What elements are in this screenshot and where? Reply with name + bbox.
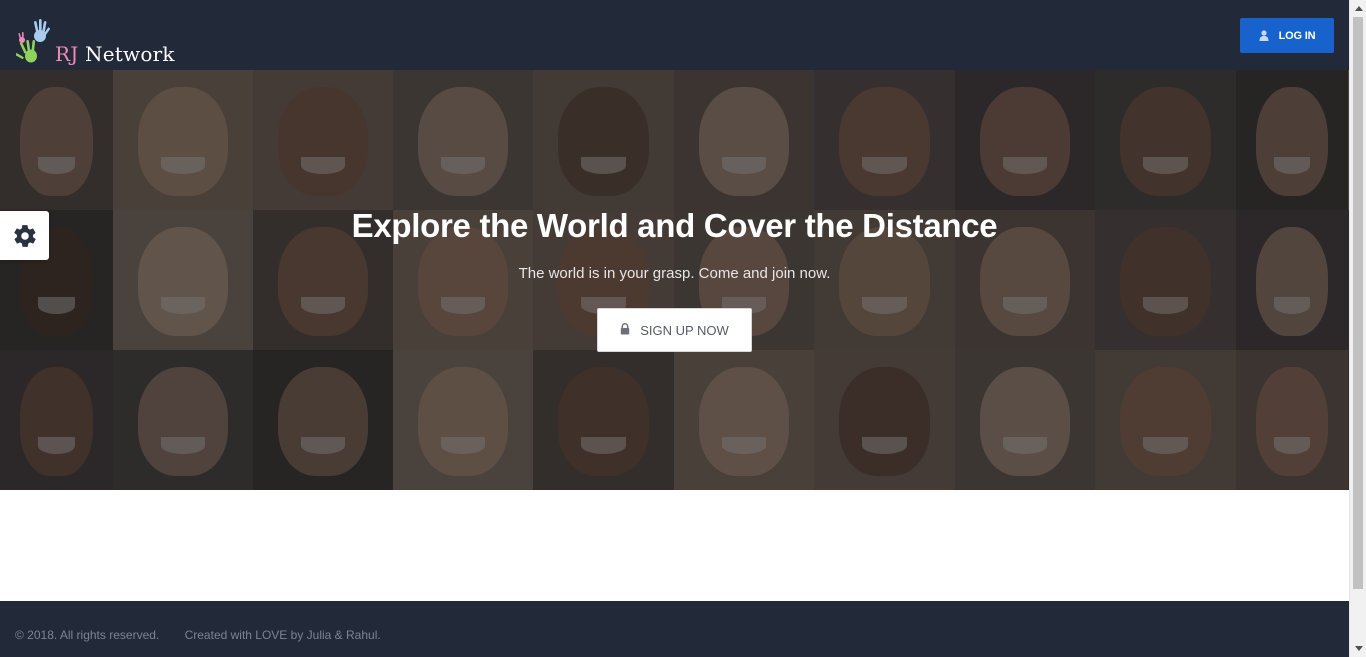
- top-navbar: RJ Network LOG IN: [0, 0, 1349, 70]
- site-footer: © 2018. All rights reserved. Created wit…: [0, 601, 1349, 657]
- logo-text-rest: Network: [78, 42, 175, 66]
- user-icon: [1259, 30, 1269, 41]
- hands-logo-icon: [16, 19, 50, 63]
- footer-text: © 2018. All rights reserved. Created wit…: [15, 628, 381, 642]
- settings-toggle[interactable]: [0, 211, 49, 260]
- hero-banner: Explore the World and Cover the Distance…: [0, 70, 1349, 490]
- signup-button[interactable]: SIGN UP NOW: [597, 308, 752, 352]
- gear-icon: [13, 224, 36, 247]
- footer-copyright: © 2018. All rights reserved.: [15, 628, 160, 642]
- logo-text: RJ Network: [55, 44, 175, 64]
- scroll-down-arrow-icon[interactable]: [1350, 640, 1366, 657]
- site-logo[interactable]: RJ Network: [16, 14, 176, 66]
- logo-text-rj: RJ: [55, 42, 79, 66]
- page: RJ Network LOG IN Explore the World and …: [0, 0, 1349, 657]
- vertical-scrollbar[interactable]: [1349, 0, 1366, 657]
- signup-label: SIGN UP NOW: [640, 322, 729, 338]
- login-label: LOG IN: [1278, 29, 1316, 42]
- login-button[interactable]: LOG IN: [1240, 18, 1334, 53]
- lock-icon: [620, 323, 630, 335]
- scrollbar-thumb[interactable]: [1353, 17, 1363, 589]
- hero-subtitle: The world is in your grasp. Come and joi…: [518, 265, 831, 282]
- footer-credit: Created with LOVE by Julia & Rahul.: [184, 628, 381, 642]
- hero-title: Explore the World and Cover the Distance: [351, 207, 998, 244]
- scroll-up-arrow-icon[interactable]: [1350, 0, 1366, 17]
